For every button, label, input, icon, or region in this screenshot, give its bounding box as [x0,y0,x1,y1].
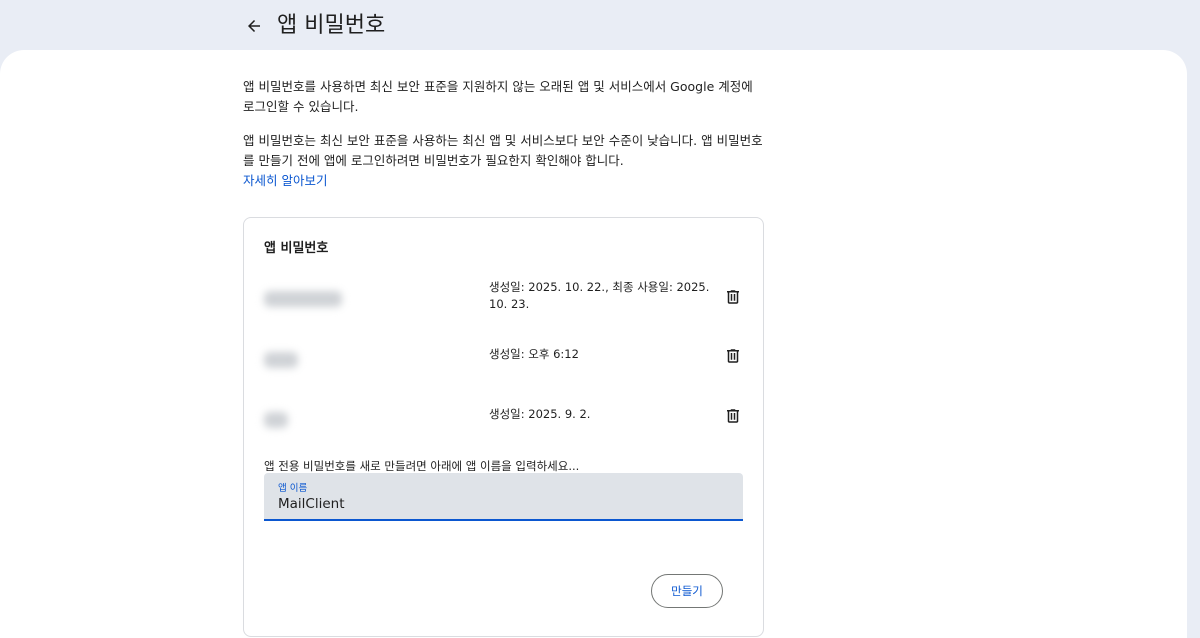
app-name-input[interactable] [278,493,728,515]
password-name-redacted [264,412,288,428]
page-title: 앱 비밀번호 [277,13,386,38]
create-button[interactable]: 만들기 [651,574,723,608]
intro-paragraph-2-text: 앱 비밀번호는 최신 보안 표준을 사용하는 최신 앱 및 서비스보다 보안 수… [243,133,763,168]
trash-icon [727,409,739,423]
delete-password-button[interactable] [720,343,746,369]
password-meta: 생성일: 2025. 10. 22., 최종 사용일: 2025. 10. 23… [489,280,710,311]
app-passwords-card: 앱 비밀번호 생성일: 2025. 10. 22., 최종 사용일: 2025.… [243,217,764,637]
trash-icon [727,290,739,304]
trash-icon [727,349,739,363]
password-meta: 생성일: 2025. 9. 2. [489,407,591,421]
password-meta: 생성일: 오후 6:12 [489,347,579,361]
learn-more-link[interactable]: 자세히 알아보기 [243,173,327,188]
app-name-field[interactable]: 앱 이름 [264,473,743,521]
password-row: 생성일: 2025. 9. 2. [244,406,765,446]
back-button[interactable] [238,10,270,42]
app-name-label: 앱 이름 [278,483,308,494]
intro-paragraph-1: 앱 비밀번호를 사용하면 최신 보안 표준을 지원하지 않는 오래된 앱 및 서… [243,79,753,114]
password-row: 생성일: 오후 6:12 [244,346,765,386]
create-instruction: 앱 전용 비밀번호를 새로 만들려면 아래에 앱 이름을 입력하세요... [264,459,580,473]
delete-password-button[interactable] [720,284,746,310]
password-row: 생성일: 2025. 10. 22., 최종 사용일: 2025. 10. 23… [244,279,765,319]
arrow-left-icon [248,20,260,32]
password-name-redacted [264,291,342,307]
password-name-redacted [264,352,298,368]
top-bar: 앱 비밀번호 [0,0,1200,52]
delete-password-button[interactable] [720,403,746,429]
card-title: 앱 비밀번호 [264,241,329,256]
intro-paragraph-2: 앱 비밀번호는 최신 보안 표준을 사용하는 최신 앱 및 서비스보다 보안 수… [243,131,763,191]
